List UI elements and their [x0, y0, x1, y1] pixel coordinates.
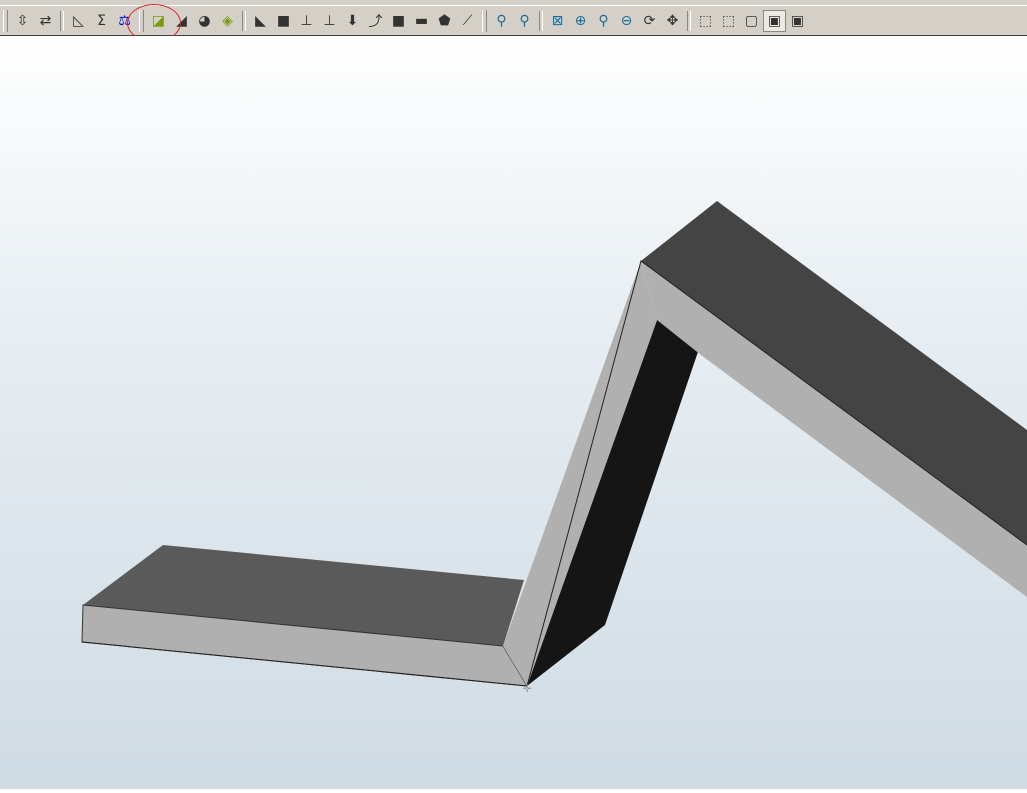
tab-icon: ▬: [414, 13, 429, 29]
zoom-area-icon: ⚲: [598, 13, 609, 29]
toolbar-buttons: ⇳ ⇄ ◺ Σ ⚖ ◪ ◢ ◕ ◈ ◣ ■ ⊥ ⊥ ⬇ ⤴ ■ ▬ ⬟ ⟋ ⚲ ⚲ ⊠ ⊕ ⚲ ⊖ ⟳ ✥ ⬚ ⬚ ▢ ▣ ▣: [0, 8, 809, 34]
rotate-icon: ⟳: [643, 13, 656, 29]
add-light-icon: ⚲: [519, 13, 530, 29]
toolbar-separator: [242, 11, 246, 31]
jog-button[interactable]: ⬇: [341, 10, 364, 32]
unfold-icon: ⊥: [300, 13, 313, 29]
toolbar-separator: [687, 11, 691, 31]
fold-button[interactable]: ⊥: [318, 10, 341, 32]
cross-break-button[interactable]: ⟋: [456, 10, 479, 32]
shaded-icon: ▣: [767, 13, 782, 29]
toolbar-separator: [539, 11, 543, 31]
arrange-icon: ⇳: [16, 13, 29, 29]
lofted-bend-button[interactable]: ⬟: [433, 10, 456, 32]
wireframe-icon: ⬚: [698, 13, 713, 29]
unfold-button[interactable]: ⊥: [295, 10, 318, 32]
hem-button[interactable]: ◈: [216, 10, 239, 32]
toolbar-separator: [482, 10, 487, 32]
shaded-edges-icon: ▣: [790, 13, 805, 29]
hidden-lines-removed-button[interactable]: ▢: [740, 10, 763, 32]
shaded-edges-button[interactable]: ▣: [786, 10, 809, 32]
swap-icon: ⇄: [39, 13, 52, 29]
light-button[interactable]: ⚲: [490, 10, 513, 32]
shaded-button[interactable]: ▣: [763, 10, 786, 32]
swap-button[interactable]: ⇄: [34, 10, 57, 32]
zoom-in-button[interactable]: ⊕: [569, 10, 592, 32]
zoom-out-button[interactable]: ⊖: [615, 10, 638, 32]
origin-icon: ✛: [523, 684, 532, 695]
miter-flange-icon: ◕: [198, 13, 211, 29]
fold-icon: ⊥: [323, 13, 336, 29]
hem-icon: ◈: [222, 13, 233, 29]
miter-flange-button[interactable]: ◕: [193, 10, 216, 32]
3d-viewport[interactable]: ✛: [0, 36, 1027, 789]
flat-button[interactable]: ■: [272, 10, 295, 32]
pan-button[interactable]: ✥: [661, 10, 684, 32]
toolbar-separator: [60, 11, 64, 31]
flat-icon: ■: [276, 13, 291, 29]
measure-icon: ◺: [73, 13, 84, 29]
sheet-metal-part: ✛: [81, 201, 1027, 695]
sketched-bend-button[interactable]: ◣: [249, 10, 272, 32]
cross-break-icon: ⟋: [462, 13, 473, 29]
rotate-button[interactable]: ⟳: [638, 10, 661, 32]
sketched-bend-icon: ◣: [255, 13, 266, 29]
jog-icon: ⬇: [346, 13, 359, 29]
sum-button[interactable]: Σ: [90, 10, 113, 32]
pan-icon: ✥: [666, 13, 679, 29]
measure-button[interactable]: ◺: [67, 10, 90, 32]
arrange-button[interactable]: ⇳: [11, 10, 34, 32]
corner-button[interactable]: ⤴: [364, 10, 387, 32]
hidden-lines-removed-icon: ▢: [744, 13, 759, 29]
rip-icon: ■: [391, 13, 406, 29]
right-flange-top-face: [641, 201, 1027, 545]
lofted-bend-icon: ⬟: [438, 13, 451, 29]
tab-button[interactable]: ▬: [410, 10, 433, 32]
corner-icon: ⤴: [368, 14, 383, 30]
hidden-lines-visible-button[interactable]: ⬚: [717, 10, 740, 32]
wireframe-button[interactable]: ⬚: [694, 10, 717, 32]
light-icon: ⚲: [496, 13, 507, 29]
hidden-lines-visible-icon: ⬚: [721, 13, 736, 29]
zoom-fit-icon: ⊠: [551, 13, 564, 29]
add-light-button[interactable]: ⚲: [513, 10, 536, 32]
zoom-in-icon: ⊕: [574, 13, 587, 29]
toolbar-grip[interactable]: [3, 10, 8, 32]
rip-button[interactable]: ■: [387, 10, 410, 32]
zoom-out-icon: ⊖: [620, 13, 633, 29]
toolbar: ⇳ ⇄ ◺ Σ ⚖ ◪ ◢ ◕ ◈ ◣ ■ ⊥ ⊥ ⬇ ⤴ ■ ▬ ⬟ ⟋ ⚲ ⚲ ⊠ ⊕ ⚲ ⊖ ⟳ ✥ ⬚ ⬚ ▢ ▣ ▣: [0, 0, 1027, 42]
sum-icon: Σ: [97, 13, 106, 29]
zoom-fit-button[interactable]: ⊠: [546, 10, 569, 32]
zoom-area-button[interactable]: ⚲: [592, 10, 615, 32]
